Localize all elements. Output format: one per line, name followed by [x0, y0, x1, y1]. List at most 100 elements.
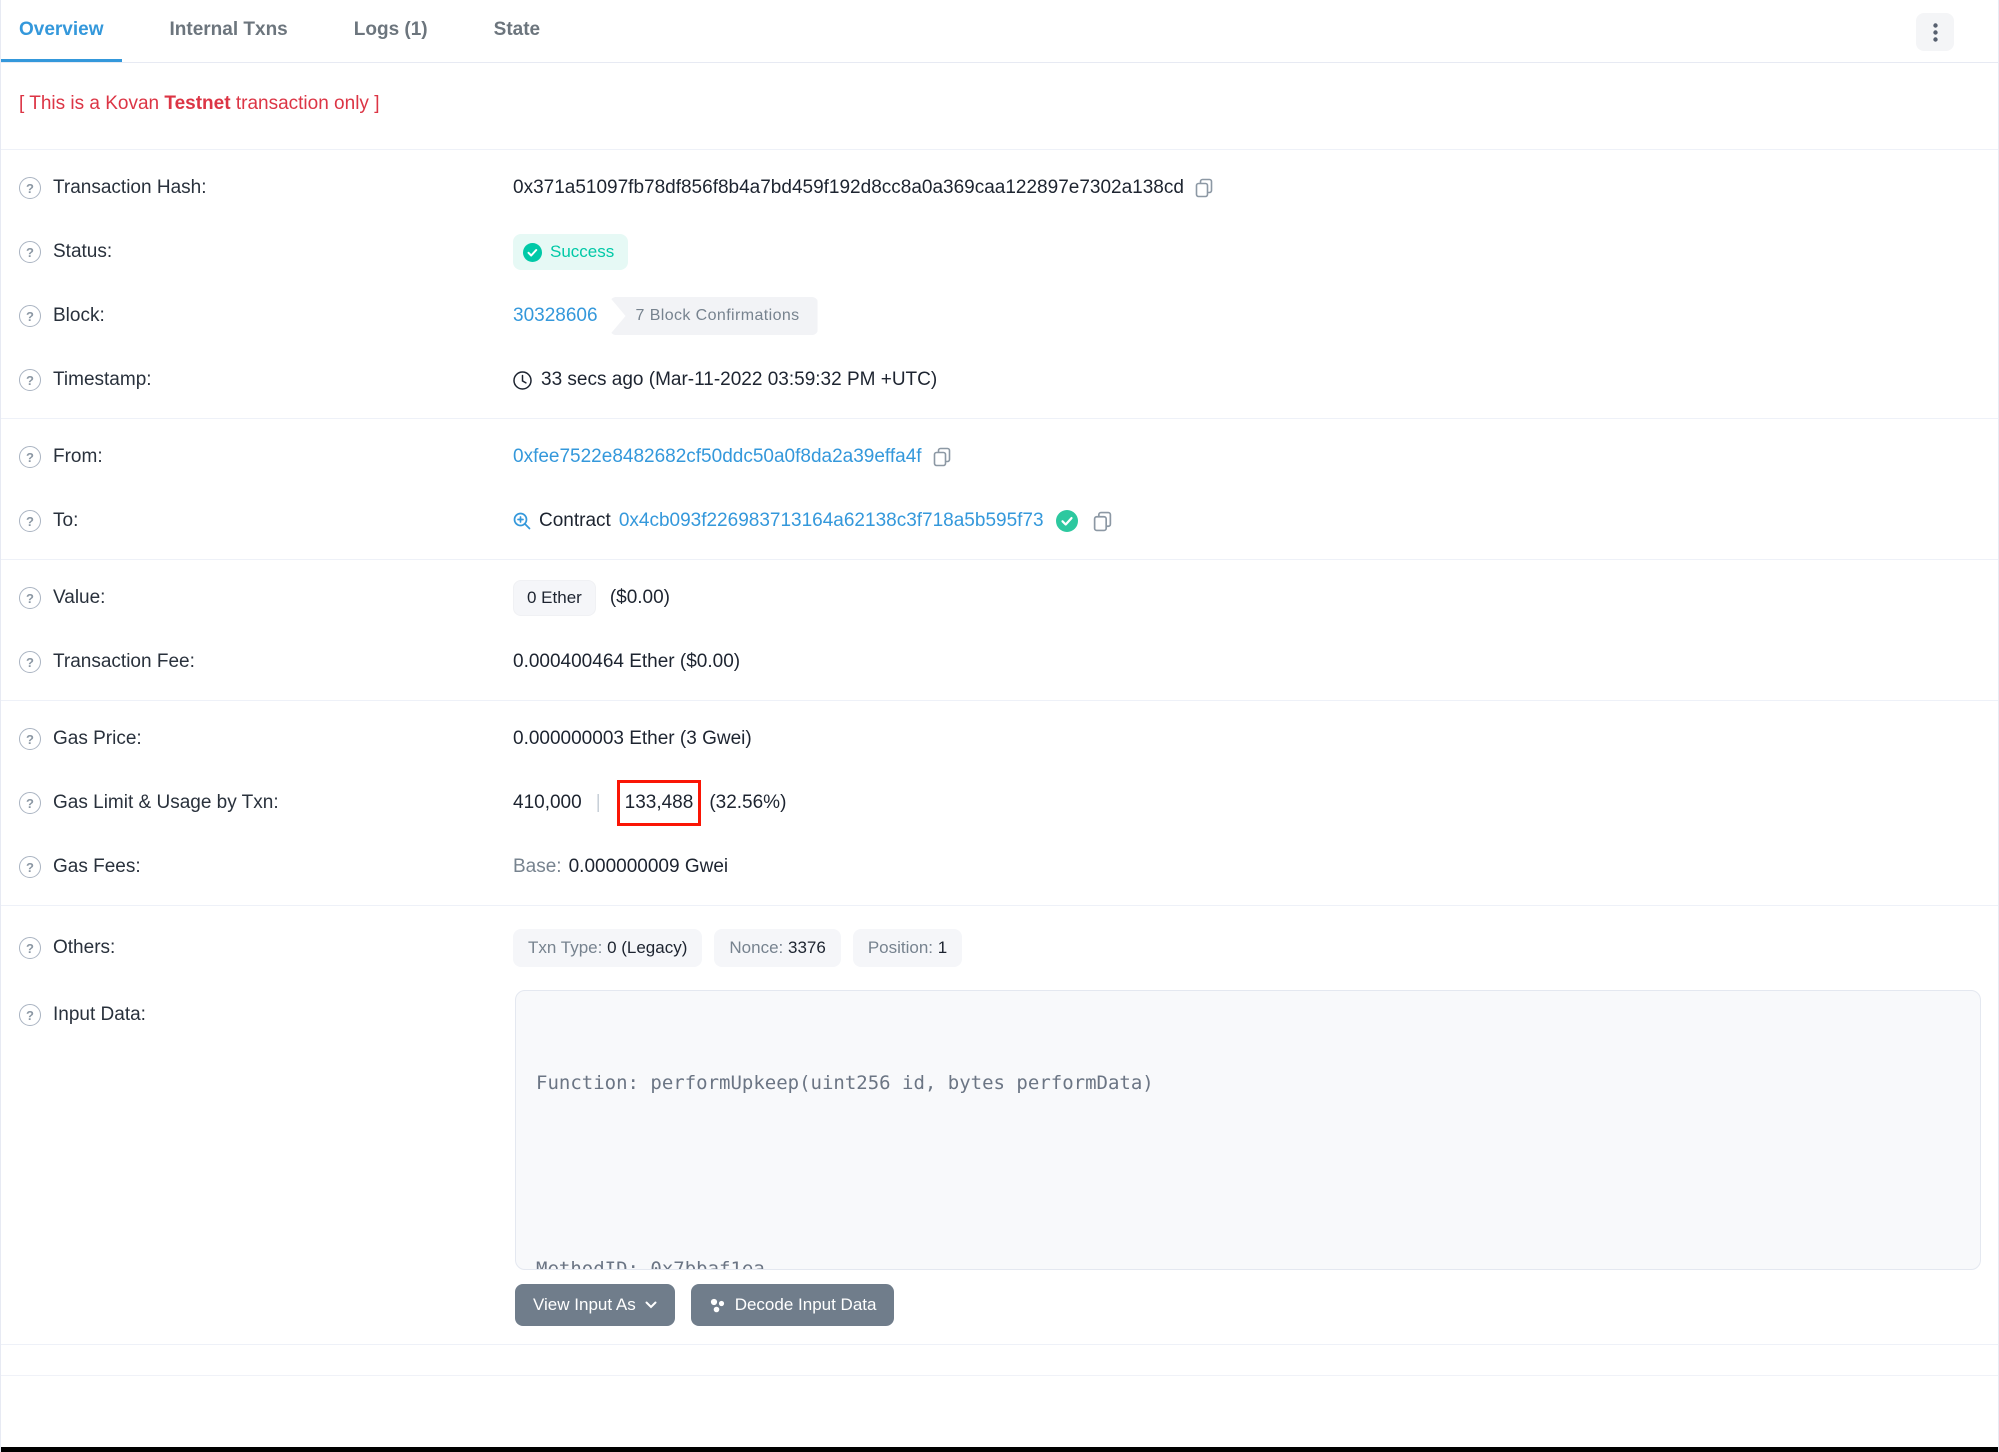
- from-address-link[interactable]: 0xfee7522e8482682cf50ddc50a0f8da2a39effa…: [513, 446, 922, 468]
- row-to: ? To: Contract 0x4cb093f226983713164a621…: [1, 489, 1998, 553]
- clock-icon: [513, 370, 532, 390]
- block-confirmations-badge: 7 Block Confirmations: [609, 297, 818, 335]
- tab-bar: Overview Internal Txns Logs (1) State: [1, 0, 1998, 63]
- kebab-menu-icon: [1932, 22, 1938, 42]
- others-section: ? Others: Txn Type: 0 (Legacy) Nonce: 33…: [1, 906, 1998, 1345]
- help-icon[interactable]: ?: [19, 728, 41, 750]
- view-input-as-button[interactable]: View Input As: [515, 1284, 675, 1326]
- transaction-detail-card: Overview Internal Txns Logs (1) State [ …: [0, 0, 1999, 1452]
- help-icon[interactable]: ?: [19, 177, 41, 199]
- gas-price-value: 0.000000003 Ether (3 Gwei): [513, 728, 752, 749]
- notice-bold: Testnet: [164, 93, 231, 114]
- summary-section: ? Transaction Hash: 0x371a51097fb78df856…: [1, 150, 1998, 419]
- annotation-highlight-box: 133,488: [616, 780, 702, 826]
- timestamp-label: Timestamp:: [53, 369, 152, 390]
- row-gas-fees: ? Gas Fees: Base: 0.000000009 Gwei: [1, 835, 1998, 899]
- testnet-notice: [ This is a Kovan Testnet transaction on…: [1, 69, 1998, 143]
- row-others: ? Others: Txn Type: 0 (Legacy) Nonce: 33…: [1, 912, 1998, 984]
- input-data-textarea[interactable]: Function: performUpkeep(uint256 id, byte…: [515, 990, 1981, 1270]
- txn-type-badge: Txn Type: 0 (Legacy): [513, 929, 703, 967]
- row-gas-limit-usage: ? Gas Limit & Usage by Txn: 410,000 | 13…: [1, 771, 1998, 835]
- more-options-button[interactable]: [1916, 13, 1954, 51]
- help-icon[interactable]: ?: [19, 937, 41, 959]
- tab-internal-txns[interactable]: Internal Txns: [152, 0, 306, 62]
- gas-section: ? Gas Price: 0.000000003 Ether (3 Gwei) …: [1, 701, 1998, 906]
- tab-overview[interactable]: Overview: [1, 0, 122, 62]
- value-usd: ($0.00): [609, 587, 671, 608]
- help-icon[interactable]: ?: [19, 856, 41, 878]
- row-timestamp: ? Timestamp: 33 secs ago (Mar-11-2022 03…: [1, 348, 1998, 412]
- verified-check-icon: [1055, 510, 1078, 532]
- gas-separator: |: [595, 792, 601, 813]
- notice-section: [ This is a Kovan Testnet transaction on…: [1, 63, 1998, 150]
- help-icon[interactable]: ?: [19, 241, 41, 263]
- position-name: Position:: [867, 938, 938, 957]
- nonce-value: 3376: [787, 938, 826, 957]
- gas-fees-base-label: Base:: [513, 856, 562, 877]
- copy-icon[interactable]: [932, 447, 952, 467]
- transaction-fee-label: Transaction Fee:: [53, 651, 195, 672]
- input-blank-line: [536, 1161, 1960, 1192]
- nonce-badge: Nonce: 3376: [714, 929, 841, 967]
- help-icon[interactable]: ?: [19, 792, 41, 814]
- gas-limit-usage-label: Gas Limit & Usage by Txn:: [53, 792, 279, 813]
- status-badge: Success: [513, 234, 629, 270]
- timestamp-value: 33 secs ago (Mar-11-2022 03:59:32 PM +UT…: [541, 369, 938, 390]
- bottom-bar: [1, 1447, 1998, 1452]
- notice-prefix: [ This is a Kovan: [19, 93, 165, 114]
- notice-suffix: transaction only ]: [230, 93, 380, 114]
- position-value: 1: [937, 938, 948, 957]
- nonce-name: Nonce:: [729, 938, 788, 957]
- input-function-line: Function: performUpkeep(uint256 id, byte…: [536, 1072, 1154, 1094]
- gas-price-label: Gas Price:: [53, 728, 142, 749]
- help-icon[interactable]: ?: [19, 305, 41, 327]
- decode-icon: [709, 1297, 726, 1314]
- zoom-in-icon[interactable]: [513, 512, 531, 530]
- block-number-link[interactable]: 30328606: [513, 305, 598, 327]
- gas-limit-value: 410,000: [513, 792, 582, 813]
- row-input-data: ? Input Data: Function: performUpkeep(ui…: [1, 990, 1998, 1270]
- addresses-section: ? From: 0xfee7522e8482682cf50ddc50a0f8da…: [1, 419, 1998, 560]
- check-circle-icon: [523, 242, 542, 262]
- status-value: Success: [550, 242, 615, 261]
- help-icon[interactable]: ?: [19, 651, 41, 673]
- row-transaction-hash: ? Transaction Hash: 0x371a51097fb78df856…: [1, 156, 1998, 220]
- input-methodid-line: MethodID: 0x7bbaf1ea: [536, 1258, 765, 1270]
- copy-icon[interactable]: [1194, 178, 1214, 198]
- value-label: Value:: [53, 587, 106, 608]
- view-input-as-label: View Input As: [533, 1295, 636, 1314]
- help-icon[interactable]: ?: [19, 587, 41, 609]
- help-icon[interactable]: ?: [19, 446, 41, 468]
- to-address-link[interactable]: 0x4cb093f226983713164a62138c3f718a5b595f…: [619, 510, 1044, 532]
- row-from: ? From: 0xfee7522e8482682cf50ddc50a0f8da…: [1, 425, 1998, 489]
- gas-used-percent: (32.56%): [709, 792, 787, 813]
- row-block: ? Block: 30328606 7 Block Confirmations: [1, 284, 1998, 348]
- transaction-hash-label: Transaction Hash:: [53, 177, 207, 198]
- decode-input-data-button[interactable]: Decode Input Data: [690, 1284, 895, 1326]
- decode-input-data-label: Decode Input Data: [734, 1295, 877, 1314]
- transaction-hash-value: 0x371a51097fb78df856f8b4a7bd459f192d8cc8…: [513, 177, 1184, 198]
- transaction-fee-value: 0.000400464 Ether ($0.00): [513, 651, 741, 672]
- chevron-down-icon: [645, 1301, 657, 1309]
- value-section: ? Value: 0 Ether ($0.00) ? Transaction F…: [1, 560, 1998, 701]
- row-gas-price: ? Gas Price: 0.000000003 Ether (3 Gwei): [1, 707, 1998, 771]
- help-icon[interactable]: ?: [19, 510, 41, 532]
- resize-handle[interactable]: [1962, 1251, 1976, 1265]
- status-label: Status:: [53, 241, 113, 262]
- to-contract-word: Contract: [539, 510, 611, 531]
- txn-type-value: 0 (Legacy): [607, 938, 688, 957]
- help-icon[interactable]: ?: [19, 1004, 41, 1026]
- tab-logs[interactable]: Logs (1): [336, 0, 446, 62]
- others-label: Others:: [53, 937, 116, 958]
- tab-state[interactable]: State: [476, 0, 558, 62]
- ether-value-badge: 0 Ether: [513, 580, 596, 616]
- to-label: To:: [53, 510, 79, 531]
- from-label: From:: [53, 446, 103, 467]
- block-label: Block:: [53, 305, 105, 326]
- help-icon[interactable]: ?: [19, 369, 41, 391]
- txn-type-name: Txn Type:: [528, 938, 608, 957]
- input-data-label: Input Data:: [53, 1004, 146, 1025]
- copy-icon[interactable]: [1092, 511, 1113, 532]
- input-data-actions: View Input As Decode Input Data: [1, 1270, 1998, 1326]
- row-status: ? Status: Success: [1, 220, 1998, 284]
